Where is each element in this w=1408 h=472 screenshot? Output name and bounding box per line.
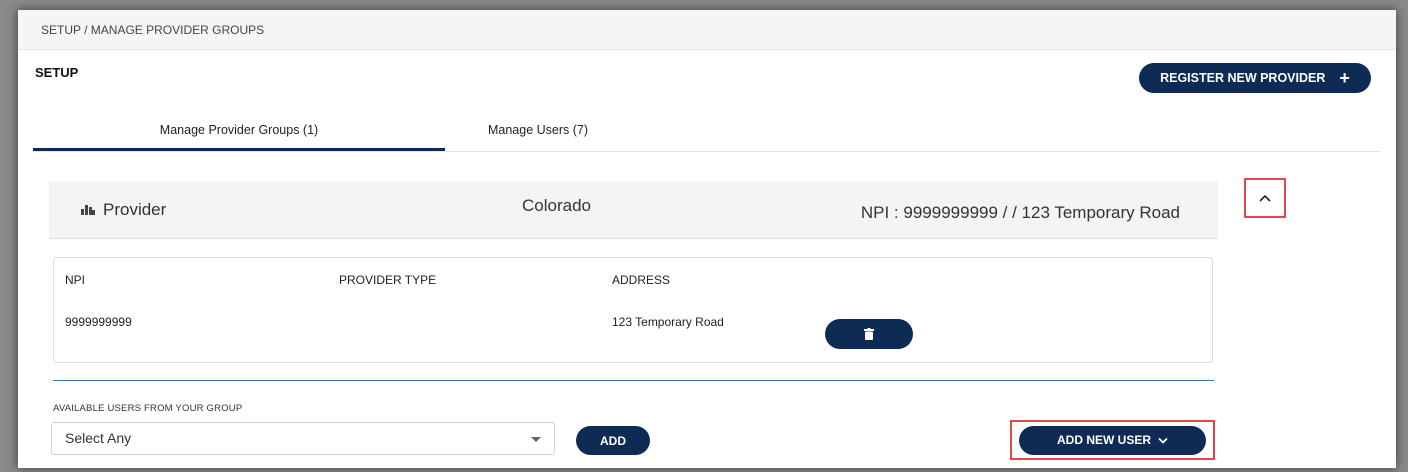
- chevron-up-icon: [1259, 194, 1271, 202]
- page-title: SETUP: [35, 65, 79, 80]
- register-new-provider-label: REGISTER NEW PROVIDER: [1160, 71, 1326, 85]
- cell-address: 123 Temporary Road: [612, 315, 724, 329]
- available-users-select[interactable]: Select Any: [51, 422, 555, 455]
- provider-detail-table: NPI PROVIDER TYPE ADDRESS 9999999999 123…: [53, 257, 1213, 363]
- provider-name-group: Provider: [81, 181, 166, 238]
- provider-npi-summary: NPI : 9999999999 / / 123 Temporary Road: [860, 203, 1180, 222]
- plus-icon: +: [1339, 68, 1350, 88]
- column-header-address: ADDRESS: [612, 273, 671, 287]
- cell-npi: 9999999999: [65, 315, 132, 329]
- register-new-provider-button[interactable]: REGISTER NEW PROVIDER +: [1139, 63, 1371, 93]
- add-user-button[interactable]: ADD: [576, 426, 650, 455]
- provider-state: Colorado: [522, 196, 591, 215]
- provider-header[interactable]: Provider Colorado NPI : 9999999999 / / 1…: [49, 181, 1218, 239]
- provider-name: Provider: [103, 199, 167, 219]
- add-new-user-button[interactable]: ADD NEW USER: [1019, 425, 1206, 455]
- tab-manage-users[interactable]: Manage Users (7): [445, 110, 631, 150]
- chevron-down-icon: [1158, 437, 1168, 444]
- section-divider: [53, 380, 1214, 381]
- tab-bar: Manage Provider Groups (1) Manage Users …: [33, 110, 1380, 152]
- available-users-label: AVAILABLE USERS FROM YOUR GROUP: [53, 403, 243, 414]
- column-header-provider-type: PROVIDER TYPE: [339, 273, 437, 287]
- add-new-user-highlight: ADD NEW USER: [1010, 420, 1215, 460]
- breadcrumb: SETUP / MANAGE PROVIDER GROUPS: [18, 10, 1396, 50]
- dropdown-caret-icon: [531, 437, 541, 442]
- setup-page: SETUP / MANAGE PROVIDER GROUPS SETUP REG…: [18, 10, 1396, 468]
- available-users-select-value: Select Any: [65, 430, 132, 446]
- building-icon: [81, 204, 95, 215]
- add-new-user-label: ADD NEW USER: [1056, 433, 1151, 447]
- column-header-npi: NPI: [65, 273, 86, 287]
- tab-manage-provider-groups[interactable]: Manage Provider Groups (1): [33, 110, 445, 151]
- delete-provider-button[interactable]: [825, 319, 913, 349]
- collapse-provider-button[interactable]: [1244, 178, 1286, 218]
- trash-icon: [864, 328, 874, 340]
